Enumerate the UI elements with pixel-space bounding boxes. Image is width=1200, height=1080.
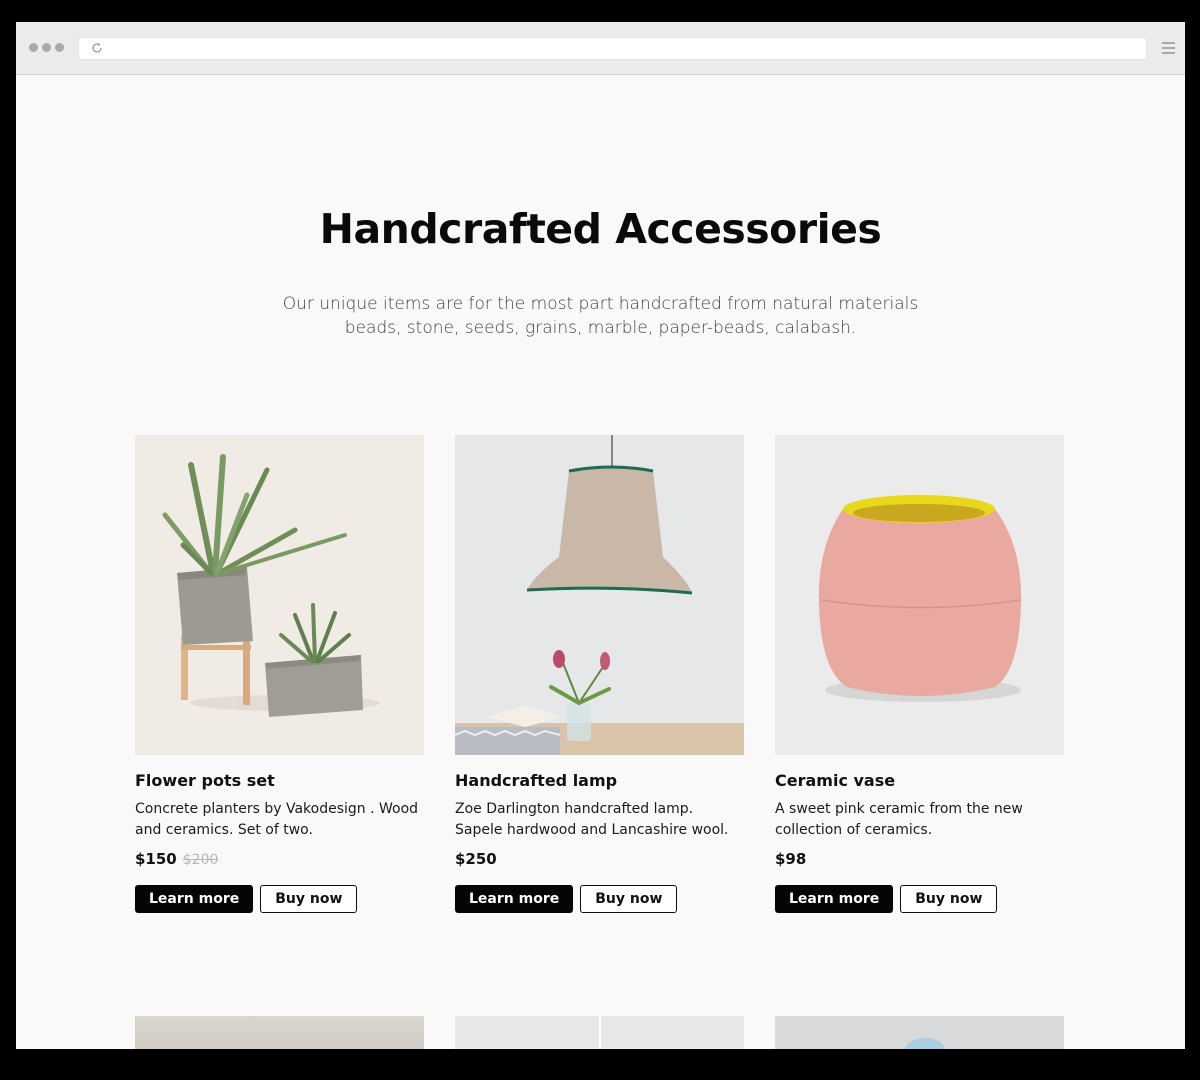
browser-toolbar — [16, 22, 1185, 75]
product-price: $150 — [135, 850, 177, 868]
lamp-shape — [905, 1038, 945, 1049]
image-divider — [599, 1016, 601, 1049]
reload-icon[interactable] — [91, 42, 103, 54]
product-name: Flower pots set — [135, 771, 275, 790]
product-description: A sweet pink ceramic from the new collec… — [775, 799, 1064, 841]
product-price: $98 — [775, 850, 807, 868]
product-actions: Learn more Buy now — [775, 885, 1064, 913]
page-subtitle: Our unique items are for the most part h… — [16, 292, 1185, 340]
product-description-line-1: Concrete planters by Vakodesign . Wood — [135, 801, 419, 817]
window-dot-1[interactable] — [29, 43, 38, 52]
product-card-vase: Ceramic vase A sweet pink ceramic from t… — [775, 435, 1064, 913]
product-old-price: $200 — [182, 852, 219, 868]
product-description-line-2: collection of ceramics. — [775, 822, 933, 838]
product-name: Handcrafted lamp — [455, 771, 618, 790]
product-actions: Learn more Buy now — [455, 885, 744, 913]
price-row: $98 — [775, 850, 1064, 870]
subtitle-line-1: Our unique items are for the most part h… — [282, 294, 919, 314]
browser-window: Handcrafted Accessories Our unique items… — [16, 22, 1185, 1049]
learn-more-button[interactable]: Learn more — [775, 885, 894, 913]
product-description-line-2: and ceramics. Set of two. — [135, 822, 313, 838]
buy-now-button[interactable]: Buy now — [260, 885, 358, 913]
product-card-flower-pots: Flower pots set Concrete planters by Vak… — [135, 435, 424, 913]
price-row: $250 — [455, 850, 744, 870]
buy-now-button[interactable]: Buy now — [900, 885, 998, 913]
learn-more-button[interactable]: Learn more — [135, 885, 254, 913]
page-title: Handcrafted Accessories — [319, 205, 882, 253]
product-description: Concrete planters by Vakodesign . Wood a… — [135, 799, 424, 841]
buy-now-button[interactable]: Buy now — [580, 885, 678, 913]
product-description-line-1: A sweet pink ceramic from the new — [775, 801, 1023, 817]
window-dot-2[interactable] — [42, 43, 51, 52]
product-image-peek-3[interactable] — [775, 1016, 1064, 1049]
product-price: $250 — [455, 850, 497, 868]
product-name: Ceramic vase — [775, 771, 896, 790]
window-dot-3[interactable] — [55, 43, 64, 52]
product-description: Zoe Darlington handcrafted lamp. Sapele … — [455, 799, 744, 841]
product-image-flower-pots[interactable] — [135, 435, 424, 755]
price-row: $150 $200 — [135, 850, 424, 870]
product-description-line-1: Zoe Darlington handcrafted lamp. — [455, 801, 694, 817]
product-image-peek-2[interactable] — [455, 1016, 744, 1049]
address-bar[interactable] — [78, 37, 1147, 60]
product-actions: Learn more Buy now — [135, 885, 424, 913]
product-image-lamp[interactable] — [455, 435, 744, 755]
hamburger-menu-icon[interactable] — [1162, 42, 1175, 54]
product-image-peek-1[interactable] — [135, 1016, 424, 1049]
product-description-line-2: Sapele hardwood and Lancashire wool. — [455, 822, 729, 838]
product-image-vase[interactable] — [775, 435, 1064, 755]
product-card-lamp: Handcrafted lamp Zoe Darlington handcraf… — [455, 435, 744, 913]
window-controls — [29, 43, 64, 52]
subtitle-line-2: beads, stone, seeds, grains, marble, pap… — [344, 318, 857, 338]
learn-more-button[interactable]: Learn more — [455, 885, 574, 913]
